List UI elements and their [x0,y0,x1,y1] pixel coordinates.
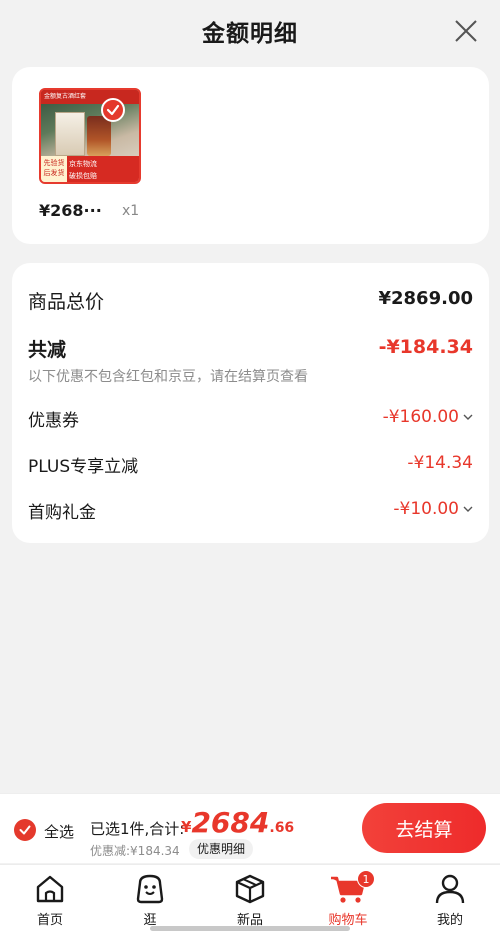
discount-summary: 优惠减:¥184.34 [90,844,180,858]
discount-item-label: 首购礼金 [28,503,96,523]
product-card: 金额复古酒红套 先验货 后发货 京东物流 破损包赔 ¥268··· x1 [12,67,489,244]
total-value: ¥2869.00 [378,288,473,309]
discount-detail-button[interactable]: 优惠明细 [189,839,254,859]
browse-icon [136,874,164,904]
discount-item-amount: -¥10.00 [393,499,459,519]
product-bottle-graphic [87,116,111,156]
tab-new[interactable]: 新品 [215,873,285,933]
image-tag-logistics-line1: 京东物流 [69,160,97,168]
cart-badge: 1 [357,870,375,888]
box-icon [235,874,265,904]
image-tag-logistics: 京东物流 破损包赔 [67,156,139,182]
checkout-bar: 全选 已选1件,合计: ¥ 2684 .66 优惠减:¥184.34 优惠明细 … [0,793,500,863]
total-label: 商品总价 [28,291,105,313]
reduce-label: 共减 [28,339,67,361]
discount-item-coupon[interactable]: 优惠券 -¥160.00 [28,406,473,432]
selected-count-text: 已选1件,合计: [90,820,185,838]
discount-item-amount: -¥160.00 [382,407,459,427]
discount-item-label: PLUS专享立减 [28,457,139,477]
product-image[interactable]: 金额复古酒红套 先验货 后发货 京东物流 破损包赔 [39,88,141,184]
total-currency: ¥ [181,818,192,836]
page-title: 金额明细 [202,21,298,47]
select-all-label[interactable]: 全选 [44,821,74,842]
reduce-value: -¥184.34 [378,336,473,358]
image-tag-verify: 先验货 后发货 [41,156,67,182]
chevron-down-icon [463,506,473,512]
home-icon [36,875,64,903]
discount-item-label: 优惠券 [28,411,79,431]
header: 金额明细 [0,0,500,62]
discount-item-amount: -¥14.34 [407,453,473,473]
product-selected-check-icon[interactable] [101,98,125,122]
discount-item-value[interactable]: -¥10.00 [393,499,473,519]
total-integer: 2684 [191,806,270,839]
home-indicator [150,926,350,931]
select-all-check-icon[interactable] [14,819,36,841]
reduce-note-row: 以下优惠不包含红包和京豆，请在结算页查看 [28,366,473,386]
image-banner-text: 金额复古酒红套 [41,90,139,104]
total-amount: ¥ 2684 .66 [181,806,294,839]
tab-cart[interactable]: 1 购物车 [313,870,383,933]
amount-detail-card: 商品总价 ¥2869.00 共减 -¥184.34 以下优惠不包含红包和京豆，请… [12,263,489,543]
total-row: 商品总价 ¥2869.00 [28,287,473,315]
user-icon [435,874,465,904]
image-tag-logistics-line2: 破损包赔 [69,172,97,180]
tab-browse[interactable]: 逛 [115,873,185,933]
tab-me[interactable]: 我的 [415,873,485,933]
tab-label: 我的 [436,913,463,928]
discount-item-value[interactable]: -¥160.00 [383,407,473,427]
product-item[interactable]: 金额复古酒红套 先验货 后发货 京东物流 破损包赔 [39,88,141,250]
discount-item-plus: PLUS专享立减 -¥14.34 [28,452,473,478]
checkout-button[interactable]: 去结算 [362,803,486,853]
reduce-row: 共减 -¥184.34 [28,335,473,363]
chevron-down-icon [463,414,473,420]
total-decimal: .66 [269,820,295,836]
product-price: ¥268··· [39,201,102,220]
tab-home[interactable]: 首页 [15,873,85,933]
close-icon[interactable] [452,17,480,45]
tab-label: 首页 [36,913,63,928]
bottom-tabbar: 首页 逛 新品 1 购物车 我的 [0,864,500,934]
discount-item-first-purchase[interactable]: 首购礼金 -¥10.00 [28,498,473,524]
product-quantity: x1 [122,203,140,219]
reduce-note: 以下优惠不包含红包和京豆，请在结算页查看 [28,369,308,385]
product-box-graphic [55,112,85,156]
